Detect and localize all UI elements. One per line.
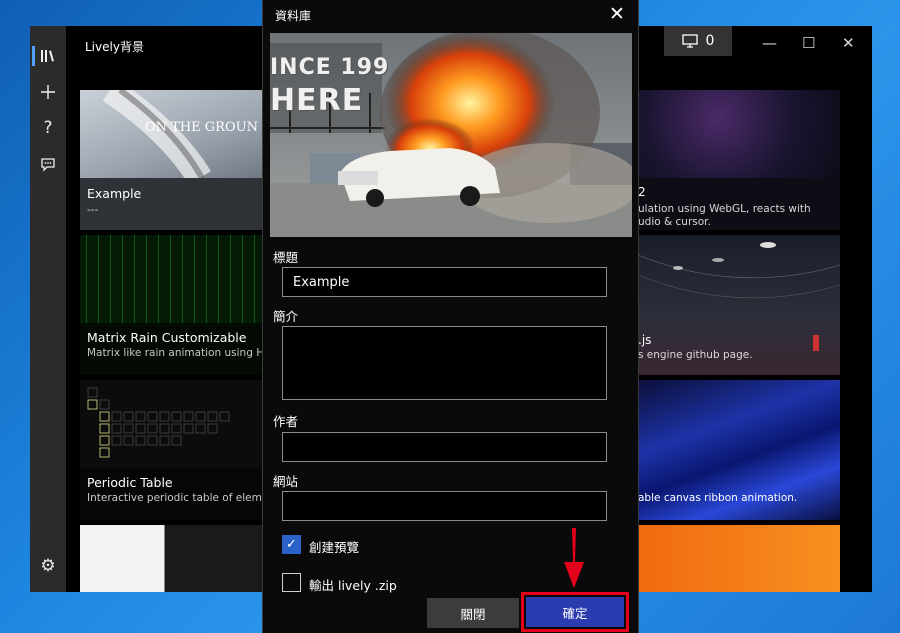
wallpaper-card[interactable] <box>638 525 840 592</box>
wallpaper-card[interactable]: ON THE GROUN Example --- <box>80 90 268 230</box>
card-title: Matrix Rain Customizable <box>87 330 247 345</box>
description-label: 簡介 <box>273 309 299 324</box>
card-desc: Interactive periodic table of element <box>87 492 268 504</box>
card-info: Example --- <box>80 178 268 230</box>
card-thumbnail <box>80 235 268 323</box>
card-info: Matrix Rain Customizable Matrix like rai… <box>80 323 268 375</box>
checkmark-icon: ✓ <box>286 537 297 552</box>
red-arrow-icon <box>564 528 584 588</box>
wallpaper-card[interactable]: able canvas ribbon animation. <box>638 380 840 520</box>
library-icon[interactable] <box>38 46 58 66</box>
library-dialog: 資料庫 ✕ INCE 199 HERE 標題 Example 簡介 作者 網站 … <box>262 0 639 633</box>
preview-sign-text: INCE 199 <box>270 55 390 80</box>
minimize-icon[interactable]: — <box>762 34 777 52</box>
card-title: Example <box>87 186 142 201</box>
website-field[interactable] <box>282 491 607 521</box>
card-title: 2 <box>638 185 646 199</box>
card-desc: --- <box>87 204 99 216</box>
wallpaper-card[interactable]: Matrix Rain Customizable Matrix like rai… <box>80 235 268 375</box>
card-thumbnail <box>80 380 268 468</box>
dialog-title: 資料庫 <box>275 9 312 23</box>
card-desc: able canvas ribbon animation. <box>638 492 798 504</box>
card-desc: s engine github page. <box>638 349 753 361</box>
maximize-icon[interactable]: ☐ <box>802 34 815 52</box>
app-title: Lively背景 <box>85 40 144 54</box>
card-desc: udio & cursor. <box>638 216 711 228</box>
preview-sign-text: HERE <box>270 83 364 118</box>
author-field[interactable] <box>282 432 607 462</box>
title-label: 標題 <box>273 250 299 265</box>
description-field[interactable] <box>282 326 607 400</box>
author-label: 作者 <box>273 414 299 429</box>
wallpaper-card[interactable] <box>80 525 268 592</box>
create-preview-checkbox[interactable]: ✓ <box>282 535 301 554</box>
dialog-close-icon[interactable]: ✕ <box>609 3 625 25</box>
export-zip-checkbox[interactable] <box>282 573 301 592</box>
wallpaper-card[interactable]: Periodic Table Interactive periodic tabl… <box>80 380 268 520</box>
help-icon[interactable]: ? <box>38 118 58 138</box>
monitor-icon <box>681 34 698 48</box>
card-thumbnail: ON THE GROUN <box>80 90 268 186</box>
card-thumbnail <box>80 525 268 592</box>
close-button[interactable]: 關閉 <box>427 598 519 628</box>
window-close-icon[interactable]: ✕ <box>842 34 855 52</box>
export-zip-label: 輸出 lively .zip <box>309 578 397 593</box>
card-desc: Matrix like rain animation using HTM <box>87 347 268 359</box>
rail-active-indicator <box>32 46 35 66</box>
card-info: 2 ulation using WebGL, reacts with udio … <box>638 178 840 230</box>
create-preview-label: 創建預覽 <box>309 540 360 555</box>
card-desc: ulation using WebGL, reacts with <box>638 203 811 215</box>
card-title: Periodic Table <box>87 475 173 490</box>
screen-count-button[interactable]: 0 <box>664 26 732 56</box>
preview-image: INCE 199 HERE <box>270 33 632 237</box>
plus-icon[interactable] <box>38 82 58 102</box>
nav-rail: ? ⚙ <box>30 26 66 592</box>
settings-icon[interactable]: ⚙ <box>38 556 58 576</box>
feedback-icon[interactable] <box>38 154 58 174</box>
screen-count: 0 <box>705 33 715 49</box>
wallpaper-card[interactable]: .js s engine github page. <box>638 235 840 375</box>
card-info: Periodic Table Interactive periodic tabl… <box>80 468 268 520</box>
title-field[interactable] <box>282 267 607 297</box>
wallpaper-card[interactable]: 2 ulation using WebGL, reacts with udio … <box>638 90 840 230</box>
card-title: .js <box>638 333 652 347</box>
card-thumb-text: ON THE GROUN <box>145 120 258 135</box>
ok-button[interactable]: 確定 <box>526 597 624 627</box>
website-label: 網站 <box>273 474 299 489</box>
